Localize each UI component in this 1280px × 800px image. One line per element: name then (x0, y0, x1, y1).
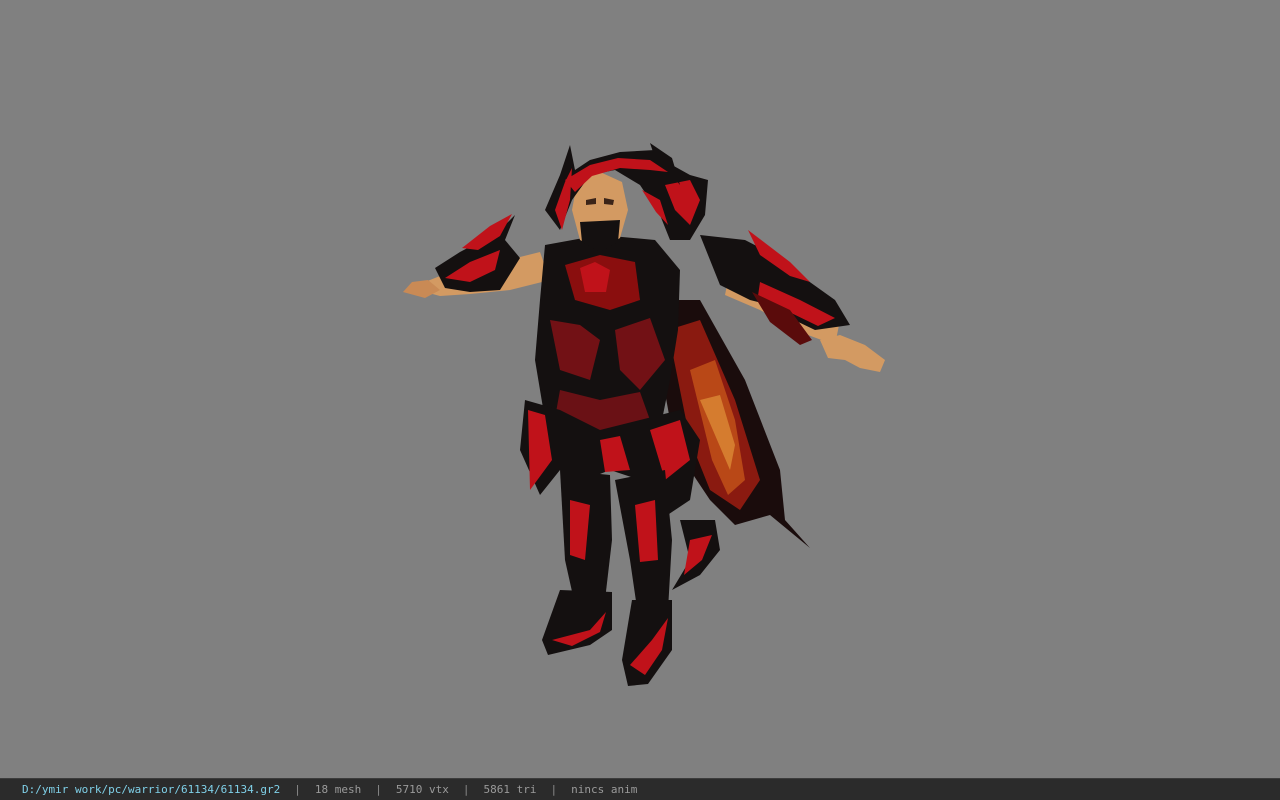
animation-status: nincs anim (571, 783, 638, 796)
separator: | (550, 783, 558, 796)
model-file-path: D:/ymir work/pc/warrior/61134/61134.gr2 (22, 783, 281, 796)
mesh-count: 18 mesh (314, 783, 362, 796)
3d-viewport[interactable] (0, 0, 1280, 778)
vertex-count: 5710 vtx (395, 783, 449, 796)
separator: | (375, 783, 382, 796)
separator: | (462, 783, 470, 796)
triangle-count: 5861 tri (483, 783, 537, 796)
character-model (403, 143, 885, 686)
separator: | (294, 783, 301, 796)
status-bar: D:/ymir work/pc/warrior/61134/61134.gr2 … (0, 778, 1280, 800)
